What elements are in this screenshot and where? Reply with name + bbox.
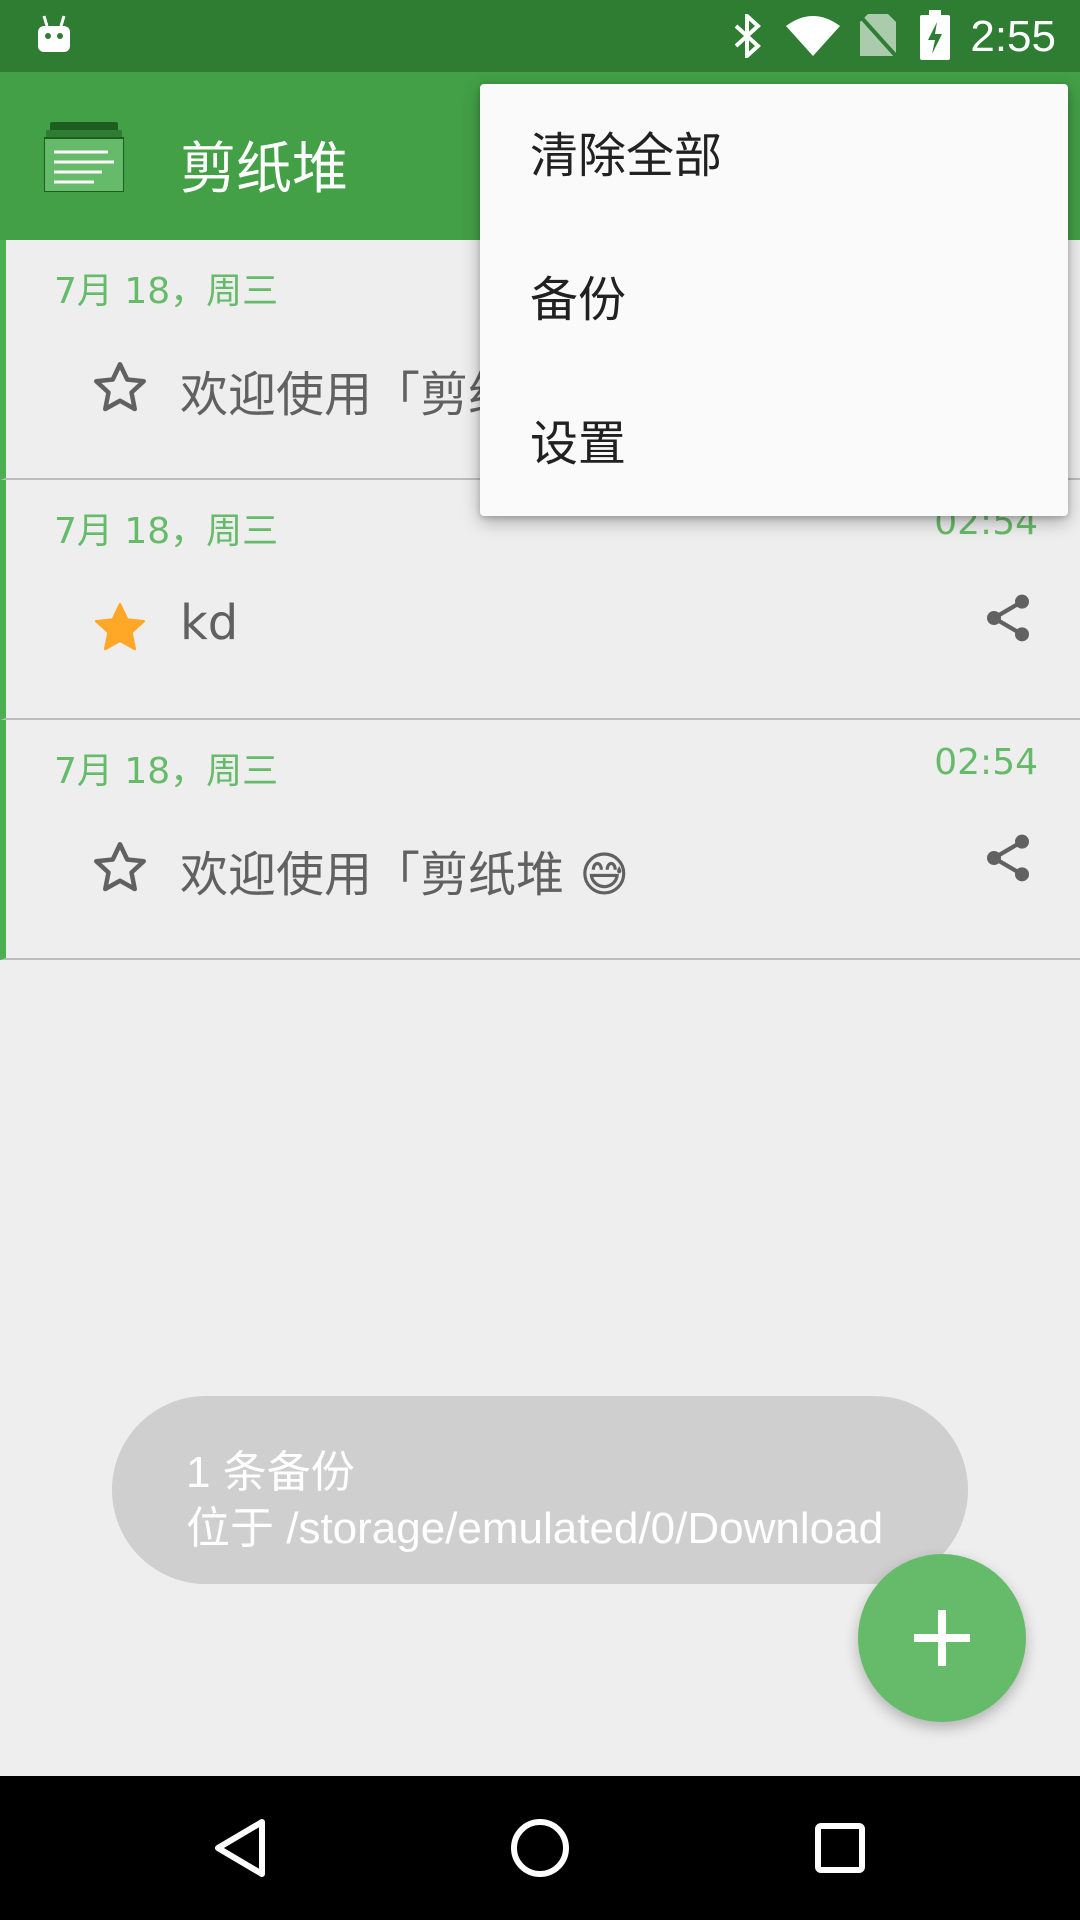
battery-charging-icon <box>920 10 950 60</box>
clip-date: 7月 18，周三 <box>54 751 279 792</box>
share-icon[interactable] <box>980 830 1036 886</box>
home-icon[interactable] <box>504 1812 576 1884</box>
clip-item[interactable]: 7月 18，周三 02:54 kd <box>0 480 1080 720</box>
clip-text: kd <box>180 595 239 651</box>
clipboard-stack-icon <box>44 122 124 192</box>
toast-message: 1 条备份 位于 /storage/emulated/0/Download <box>112 1396 968 1584</box>
no-sim-icon <box>858 14 898 58</box>
overflow-menu: 清除全部 备份 设置 <box>480 84 1068 516</box>
wifi-icon <box>786 16 840 56</box>
toast-line-2: 位于 /storage/emulated/0/Download <box>186 1504 884 1553</box>
clip-date: 7月 18，周三 <box>54 271 279 312</box>
star-outline-icon[interactable] <box>90 838 150 898</box>
add-clip-button[interactable] <box>858 1554 1026 1722</box>
toast-line-1: 1 条备份 <box>186 1448 355 1497</box>
status-time: 2:55 <box>970 12 1056 61</box>
share-icon[interactable] <box>980 590 1036 646</box>
menu-item-backup[interactable]: 备份 <box>480 228 1068 372</box>
menu-item-settings[interactable]: 设置 <box>480 372 1068 516</box>
navigation-bar <box>0 1776 1080 1920</box>
star-filled-icon[interactable] <box>90 598 150 658</box>
clip-time: 02:54 <box>934 742 1038 783</box>
android-icon <box>38 15 70 52</box>
star-outline-icon[interactable] <box>90 358 150 418</box>
menu-item-clear-all[interactable]: 清除全部 <box>480 84 1068 228</box>
clip-date: 7月 18，周三 <box>54 511 279 552</box>
clip-item[interactable]: 7月 18，周三 02:54 欢迎使用「剪纸堆 😅 <box>0 720 1080 960</box>
back-icon[interactable] <box>204 1812 276 1884</box>
app-title: 剪纸堆 <box>180 137 348 202</box>
status-bar: 2:55 <box>0 0 1080 72</box>
clip-text: 欢迎使用「剪纸堆 😅 <box>180 847 630 903</box>
plus-icon <box>914 1610 970 1666</box>
recents-icon[interactable] <box>804 1812 876 1884</box>
bluetooth-icon <box>734 14 761 58</box>
